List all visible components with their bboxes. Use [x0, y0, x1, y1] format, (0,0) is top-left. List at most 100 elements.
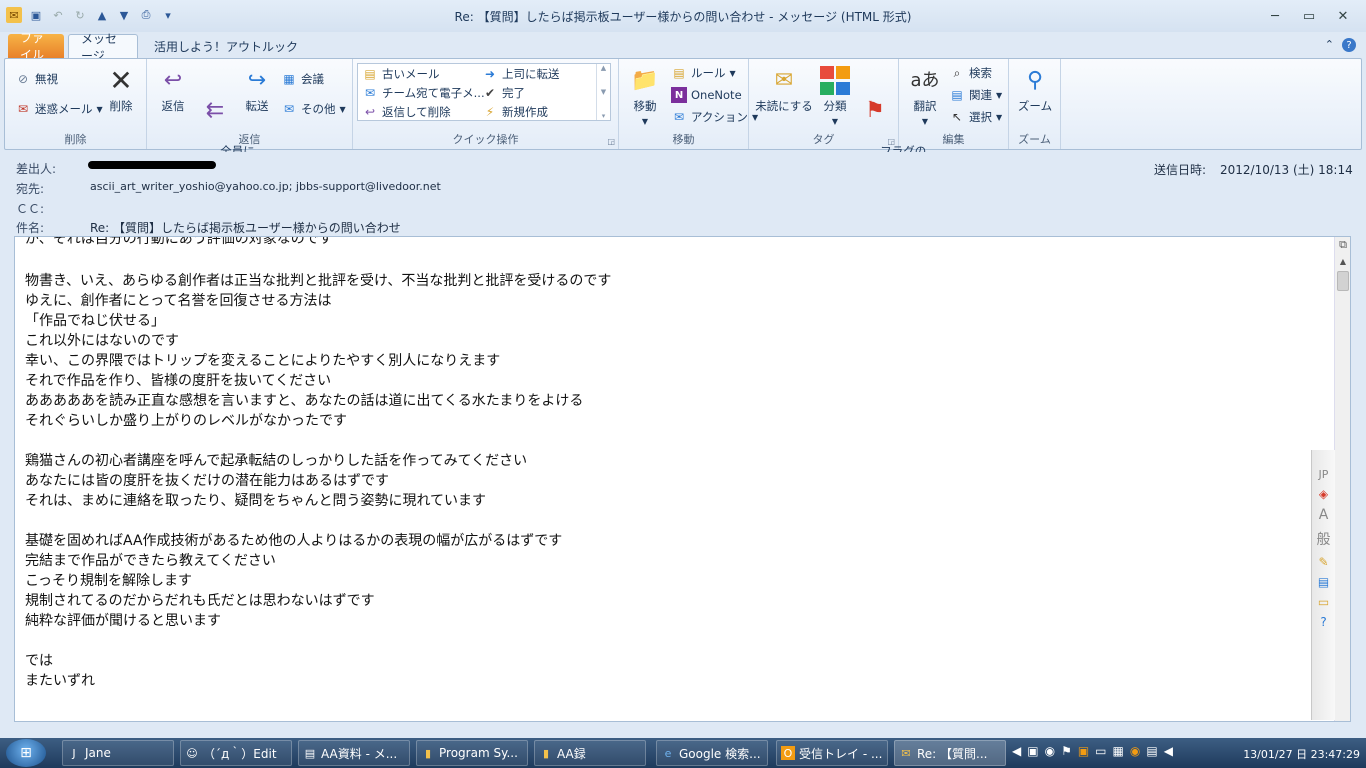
body-partial-line: が、それは自分の行動にあう評価の対象なのです [25, 236, 333, 247]
system-tray: ◀ ▣ ◉ ⚑ ▣ ▭ ▦ ◉ ▤ ◀ [1012, 744, 1173, 758]
scroll-thumb[interactable] [1336, 271, 1349, 291]
forward-manager-icon: ➜ [484, 67, 496, 81]
cc-label: ＣＣ: [16, 202, 45, 216]
keyboard-icon[interactable]: ▤ [1146, 744, 1157, 758]
update-icon[interactable]: ◉ [1130, 744, 1140, 758]
to-recipients[interactable]: ascii_art_writer_yoshio@yahoo.co.jp; jbb… [90, 180, 441, 193]
speaker-icon[interactable]: ◀ [1164, 744, 1173, 758]
taskbar-item-edit[interactable]: ☺ （´д｀）Edit [180, 740, 292, 766]
scroll-down-icon[interactable]: ▼ [601, 88, 606, 96]
taskbar-item-aa-log[interactable]: ▮ AA録 [534, 740, 646, 766]
more-respond-button[interactable]: ✉ その他 ▼ [281, 99, 346, 119]
help-icon[interactable]: ? [1342, 38, 1356, 52]
folder-icon: ▤ [364, 67, 376, 81]
reply-icon: ↩ [163, 67, 183, 93]
gallery-scroll[interactable]: ▲ ▼ ▾ [596, 64, 610, 120]
sent-date: 2012/10/13 (土) 18:14 [1220, 163, 1353, 177]
network-icon[interactable]: ◉ [1045, 744, 1055, 758]
scroll-up-icon[interactable]: ▲ [1335, 253, 1350, 269]
mark-unread-button[interactable]: ✉ 未読にする [753, 63, 815, 114]
ime-pad-icon[interactable]: ▭ [1318, 595, 1329, 609]
calendar-icon: ▦ [283, 72, 295, 86]
taskbar-item-inbox[interactable]: O 受信トレイ - ... [776, 740, 888, 766]
taskbar-item-jane[interactable]: J Jane [62, 740, 174, 766]
related-button[interactable]: ▤ 関連 ▼ [949, 85, 1002, 105]
tab-outlook-tips[interactable]: 活用しよう！アウトルック [142, 34, 310, 58]
message-body[interactable]: が、それは自分の行動にあう評価の対象なのです 物書き、いえ、あらゆる創作者は正当… [14, 236, 1351, 722]
jane-icon: J [72, 746, 76, 760]
delete-button[interactable]: ✕ 削除 [97, 63, 145, 114]
group-label: 編集 [942, 133, 965, 146]
translate-button[interactable]: aあ 翻訳 ▼ [901, 63, 949, 129]
flag-icon[interactable]: ⚑ [1061, 744, 1072, 758]
display-icon[interactable]: ▭ [1095, 744, 1106, 758]
tab-file[interactable]: ファイル [8, 31, 64, 62]
rules-button[interactable]: ▤ ルール ▼ [671, 63, 735, 83]
quick-step-forward-manager[interactable]: ➜ 上司に転送 [482, 64, 560, 84]
ime-input-mode[interactable]: A [1319, 507, 1329, 523]
ime-conversion-mode[interactable]: 般 [1317, 529, 1331, 549]
quick-step-team-mail[interactable]: ✉ チーム宛て電子メ... [362, 83, 485, 103]
move-button[interactable]: 📁 移動 ▼ [621, 63, 669, 129]
junk-icon: ✉ [17, 102, 29, 116]
ime-mode-jp[interactable]: JP [1319, 468, 1329, 481]
meeting-button[interactable]: ▦ 会議 [281, 69, 324, 89]
expand-gallery-icon[interactable]: ▾ [602, 112, 606, 120]
window-title: Re: 【質問】したらば掲示板ユーザー様からの問い合わせ - メッセージ (HT… [454, 10, 912, 24]
view-options-icon[interactable]: ⧉ [1335, 237, 1350, 253]
scroll-up-icon[interactable]: ▲ [601, 64, 606, 72]
dialog-launcher-icon[interactable]: ◲ [607, 137, 615, 146]
subject-value: Re: 【質問】したらば掲示板ユーザー様からの問い合わせ [90, 221, 401, 235]
quick-step-old-mail[interactable]: ▤ 古いメール [362, 64, 439, 84]
start-button[interactable]: ⊞ [6, 739, 46, 767]
quick-step-reply-delete[interactable]: ↩ 返信して削除 [362, 102, 451, 122]
quick-step-done[interactable]: ✔ 完了 [482, 83, 525, 103]
forward-button[interactable]: ↪ 転送 [233, 63, 281, 114]
chevron-down-icon: ▼ [339, 104, 346, 114]
vertical-scrollbar[interactable]: ⧉ ▲ [1334, 237, 1350, 721]
onenote-button[interactable]: N OneNote [671, 85, 742, 105]
actions-button[interactable]: ✉ アクション ▼ [671, 107, 758, 127]
dialog-launcher-icon[interactable]: ◲ [887, 137, 895, 146]
group-label: クイック操作 [452, 133, 519, 146]
reply-button[interactable]: ↩ 返信 [149, 63, 197, 114]
group-label: ズーム [1018, 133, 1051, 146]
outlook-tray-icon[interactable]: ▣ [1078, 744, 1089, 758]
taskbar-clock[interactable]: 13/01/27 日 23:47:29 [1243, 746, 1360, 762]
volume-icon[interactable]: ◀ [1012, 744, 1021, 758]
zoom-button[interactable]: ⚲ ズーム [1011, 63, 1059, 114]
unread-envelope-icon: ✉ [774, 67, 794, 93]
ribbon: ⊘ 無視 ✉ 迷惑メール ▼ ✕ 削除 削除 ↩ 返信 ⇇ 全員に 返信 [4, 58, 1362, 173]
ime-tool-icon[interactable]: ✎ [1318, 555, 1328, 569]
taskbar-item-google[interactable]: e Google 検索... [656, 740, 768, 766]
checkmark-icon: ✔ [484, 86, 496, 100]
body-text: 物書き、いえ、あらゆる創作者は正当な批判と批評を受け、不当な批判と批評を受けるの… [25, 273, 612, 689]
close-button[interactable]: ✕ [1328, 6, 1358, 26]
ime-help-icon[interactable]: ? [1320, 615, 1326, 629]
ignore-button[interactable]: ⊘ 無視 [15, 69, 58, 89]
select-button[interactable]: ↖ 選択 ▼ [949, 107, 1002, 127]
taskbar-item-program[interactable]: ▮ Program Sy... [416, 740, 528, 766]
folder-icon: ▮ [424, 746, 432, 760]
zoom-group: ⚲ ズーム ズーム [1009, 59, 1061, 149]
chevron-down-icon: ▼ [641, 117, 649, 126]
taskbar-item-message[interactable]: ✉ Re: 【質問... [894, 740, 1006, 766]
quick-step-create-new[interactable]: ⚡ 新規作成 [482, 102, 548, 122]
tray-app-icon[interactable]: ▣ [1027, 744, 1038, 758]
group-label: 移動 [672, 133, 695, 146]
sent-label: 送信日時: [1154, 163, 1207, 177]
junk-button[interactable]: ✉ 迷惑メール ▼ [15, 99, 103, 119]
ime-dictionary-icon[interactable]: ▤ [1318, 575, 1329, 589]
from-label: 差出人: [16, 162, 57, 176]
taskbar-item-aa-docs[interactable]: ▤ AA資料 - メ... [298, 740, 410, 766]
find-button[interactable]: ⌕ 検索 [949, 63, 992, 83]
outlook-message-window: ✉ ▣ ↶ ↻ ▲ ▼ ⎙ ▾ Re: 【質問】したらば掲示板ユーザー様からの問… [0, 0, 1366, 738]
onenote-icon: N [671, 87, 687, 103]
tab-message[interactable]: メッセージ [68, 32, 138, 63]
minimize-button[interactable]: ─ [1260, 6, 1290, 26]
device-icon[interactable]: ▦ [1113, 744, 1124, 758]
mail-icon: ✉ [901, 746, 911, 760]
restore-button[interactable]: ▭ [1294, 6, 1324, 26]
minimize-ribbon-icon[interactable]: ⌃ [1325, 38, 1334, 52]
ime-icon[interactable]: ◈ [1319, 487, 1328, 501]
